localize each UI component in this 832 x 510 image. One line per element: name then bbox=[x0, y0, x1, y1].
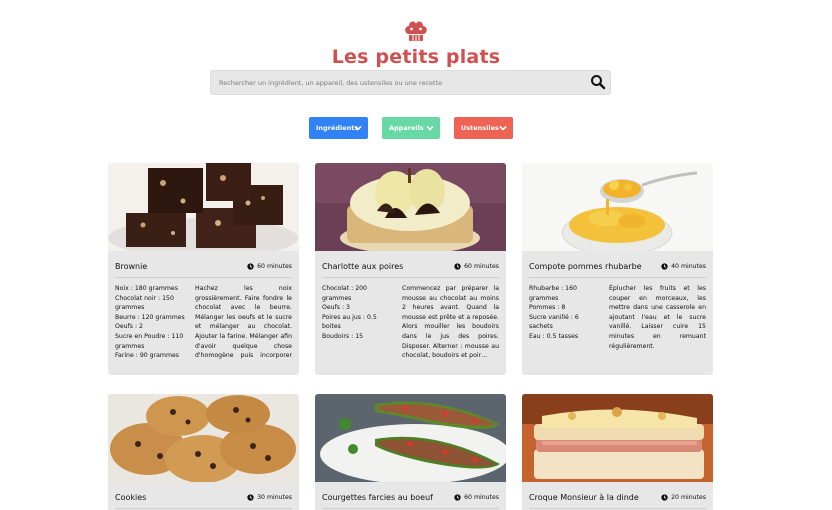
chevron-down-icon bbox=[426, 125, 434, 131]
ingredient-list: Noix : 180 grammes Chocolat noir : 150 g… bbox=[115, 284, 187, 361]
filter-appareils-button[interactable]: Appareils bbox=[382, 117, 440, 139]
ingredient-item: Eau : 0.5 tasses bbox=[529, 332, 579, 340]
recipe-time-text: 40 minutes bbox=[671, 263, 706, 270]
card-header: Compote pommes rhubarbe 40 minutes bbox=[529, 251, 706, 278]
card-body: Chocolat : 200 grammes Oeufs : 3 Poires … bbox=[322, 278, 499, 368]
clock-icon bbox=[247, 263, 254, 270]
ingredient-item: Noix : 180 grammes bbox=[115, 285, 178, 292]
chevron-down-icon bbox=[499, 125, 507, 131]
search-icon[interactable] bbox=[590, 74, 606, 90]
recipe-title: Brownie bbox=[115, 262, 148, 271]
recipe-image-croque-monsieur bbox=[522, 394, 713, 482]
recipe-time-text: 60 minutes bbox=[464, 263, 499, 270]
recipe-time: 20 minutes bbox=[661, 494, 706, 501]
recipe-time: 60 minutes bbox=[454, 263, 499, 270]
header: Les petits plats bbox=[0, 20, 832, 68]
recipe-time: 40 minutes bbox=[661, 263, 706, 270]
ingredient-item: Chocolat noir : 150 grammes bbox=[115, 294, 174, 312]
recipe-time-text: 60 minutes bbox=[257, 263, 292, 270]
filter-ustensiles-label: Ustensiles bbox=[461, 124, 499, 132]
recipe-image-cookies bbox=[108, 394, 299, 482]
card-header: Courgettes farcies au boeuf 60 minutes bbox=[322, 482, 499, 509]
recipe-image-courgettes bbox=[315, 394, 506, 482]
recipe-card[interactable]: Croque Monsieur à la dinde 20 minutes bbox=[522, 394, 713, 510]
recipe-time: 60 minutes bbox=[454, 494, 499, 501]
ingredient-item: Rhubarbe : 160 grammes bbox=[529, 285, 577, 302]
card-body: Noix : 180 grammes Chocolat noir : 150 g… bbox=[115, 278, 292, 368]
recipe-image-charlotte bbox=[315, 163, 506, 251]
recipe-description: Hachez les noix grossièrement. Faire fon… bbox=[195, 285, 292, 360]
filter-ingredients-label: Ingrédients bbox=[316, 124, 359, 132]
clock-icon bbox=[661, 263, 668, 270]
ingredient-item: Sucre vanillé : 6 sachets bbox=[529, 313, 579, 331]
recipe-card[interactable]: Cookies 30 minutes bbox=[108, 394, 299, 510]
filter-ustensiles-button[interactable]: Ustensiles bbox=[454, 117, 513, 139]
chef-hat-icon bbox=[405, 21, 427, 41]
recipe-card[interactable]: Compote pommes rhubarbe 40 minutes Rhuba… bbox=[522, 163, 713, 375]
page-title: Les petits plats bbox=[331, 46, 501, 68]
card-header: Cookies 30 minutes bbox=[115, 482, 292, 509]
ingredient-item: Oeufs : 3 bbox=[322, 304, 350, 312]
recipe-title: Croque Monsieur à la dinde bbox=[529, 493, 639, 502]
card-body: Rhubarbe : 160 grammes Pommes : 8 Sucre … bbox=[529, 278, 706, 368]
recipe-time: 30 minutes bbox=[247, 494, 292, 501]
recipe-image-brownie bbox=[108, 163, 299, 251]
recipe-card[interactable]: Charlotte aux poires 60 minutes Chocolat… bbox=[315, 163, 506, 375]
page: Les petits plats Ingrédients Appareils U… bbox=[0, 0, 832, 510]
recipe-time: 60 minutes bbox=[247, 263, 292, 270]
recipe-card[interactable]: Courgettes farcies au boeuf 60 minutes bbox=[315, 394, 506, 510]
recipe-title: Charlotte aux poires bbox=[322, 262, 404, 271]
recipe-image-compote bbox=[522, 163, 713, 251]
ingredient-item: Pommes : 8 bbox=[529, 304, 566, 312]
search-input[interactable] bbox=[211, 71, 589, 94]
filter-ingredients-button[interactable]: Ingrédients bbox=[309, 117, 368, 139]
ingredient-item: Sucre en Poudre : 110 grammes bbox=[115, 332, 184, 350]
clock-icon bbox=[661, 494, 668, 501]
ingredient-list: Rhubarbe : 160 grammes Pommes : 8 Sucre … bbox=[529, 284, 601, 342]
recipe-description: Éplucher les fruits et les couper en mor… bbox=[609, 285, 706, 350]
recipe-title: Cookies bbox=[115, 493, 147, 502]
ingredient-item: Farine : 90 grammes bbox=[115, 352, 180, 360]
chevron-down-icon bbox=[354, 125, 362, 131]
ingredient-item: Beurre : 120 grammes bbox=[115, 313, 185, 321]
recipe-time-text: 60 minutes bbox=[464, 494, 499, 501]
ingredient-item: Boudoirs : 15 bbox=[322, 332, 364, 340]
clock-icon bbox=[247, 494, 254, 501]
recipe-card[interactable]: Brownie 60 minutes Noix : 180 grammes Ch… bbox=[108, 163, 299, 375]
clock-icon bbox=[454, 494, 461, 501]
recipe-description: Commencez par préparer la mousse au choc… bbox=[402, 285, 499, 360]
card-header: Charlotte aux poires 60 minutes bbox=[322, 251, 499, 278]
filter-appareils-label: Appareils bbox=[389, 124, 424, 132]
ingredient-list: Chocolat : 200 grammes Oeufs : 3 Poires … bbox=[322, 284, 394, 342]
recipe-time-text: 30 minutes bbox=[257, 494, 292, 501]
ingredient-item: Poires au jus : 0.5 boites bbox=[322, 313, 377, 331]
recipe-title: Compote pommes rhubarbe bbox=[529, 262, 642, 271]
ingredient-item: Chocolat : 200 grammes bbox=[322, 285, 367, 302]
search-bar bbox=[210, 70, 611, 95]
recipe-title: Courgettes farcies au boeuf bbox=[322, 493, 433, 502]
card-header: Brownie 60 minutes bbox=[115, 251, 292, 278]
card-header: Croque Monsieur à la dinde 20 minutes bbox=[529, 482, 706, 509]
ingredient-item: Oeufs : 2 bbox=[115, 323, 143, 331]
clock-icon bbox=[454, 263, 461, 270]
recipe-time-text: 20 minutes bbox=[671, 494, 706, 501]
